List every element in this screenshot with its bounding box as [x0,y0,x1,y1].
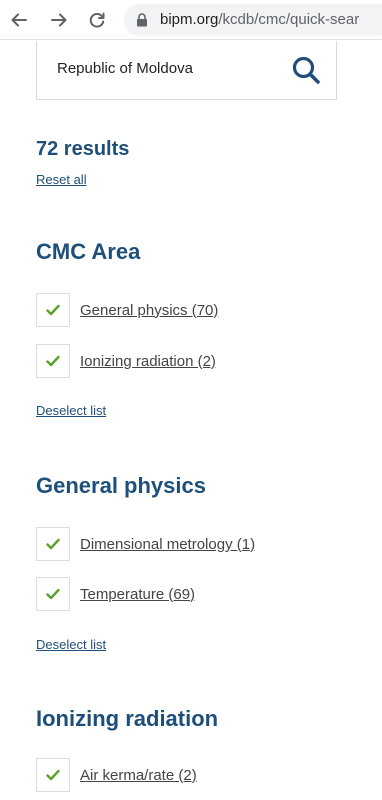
section-heading-general-physics: General physics [36,473,206,498]
reload-button[interactable] [85,8,109,32]
search-input[interactable]: Republic of Moldova [36,41,337,100]
checkmark-icon [46,769,60,781]
deselect-list-general-physics[interactable]: Deselect list [36,637,106,652]
url-host: bipm.org [160,11,219,28]
checkbox-temperature[interactable] [36,577,70,611]
filter-label-dimensional-metrology[interactable]: Dimensional metrology (1) [80,536,255,553]
section-heading-ionizing-radiation: Ionizing radiation [36,706,219,731]
filter-label-temperature[interactable]: Temperature (69) [80,586,195,603]
filter-item-general-physics[interactable]: General physics (70) [36,292,218,328]
forward-button[interactable] [47,8,71,32]
checkmark-icon [46,355,60,367]
section-heading-cmc-area: CMC Area [36,239,141,264]
address-bar[interactable]: bipm.org/kcdb/cmc/quick-sear [124,4,382,36]
search-input-value: Republic of Moldova [57,60,193,77]
back-button[interactable] [7,8,31,32]
checkbox-air-kerma-rate[interactable] [36,758,70,792]
filter-label-air-kerma-rate[interactable]: Air kerma/rate (2) [80,767,197,784]
filter-item-temperature[interactable]: Temperature (69) [36,576,195,612]
arrow-right-icon [51,13,67,27]
checkmark-icon [46,538,60,550]
checkbox-dimensional-metrology[interactable] [36,527,70,561]
arrow-left-icon [11,13,27,27]
checkmark-icon [46,304,60,316]
reset-all-link[interactable]: Reset all [36,172,87,187]
checkmark-icon [46,588,60,600]
filter-label-general-physics[interactable]: General physics (70) [80,302,218,319]
reload-icon [89,12,105,28]
checkbox-general-physics[interactable] [36,293,70,327]
checkbox-ionizing-radiation[interactable] [36,344,70,378]
filter-item-air-kerma-rate[interactable]: Air kerma/rate (2) [36,757,197,793]
search-icon[interactable] [291,55,321,85]
filter-item-ionizing-radiation[interactable]: Ionizing radiation (2) [36,343,216,379]
browser-toolbar: bipm.org/kcdb/cmc/quick-sear [0,0,382,40]
url-text: bipm.org/kcdb/cmc/quick-sear [160,11,359,28]
results-count: 72 results [36,138,130,160]
lock-icon [137,13,147,27]
filter-label-ionizing-radiation[interactable]: Ionizing radiation (2) [80,353,216,370]
url-path: /kcdb/cmc/quick-sear [218,11,360,28]
filter-item-dimensional-metrology[interactable]: Dimensional metrology (1) [36,526,255,562]
deselect-list-cmc-area[interactable]: Deselect list [36,403,106,418]
